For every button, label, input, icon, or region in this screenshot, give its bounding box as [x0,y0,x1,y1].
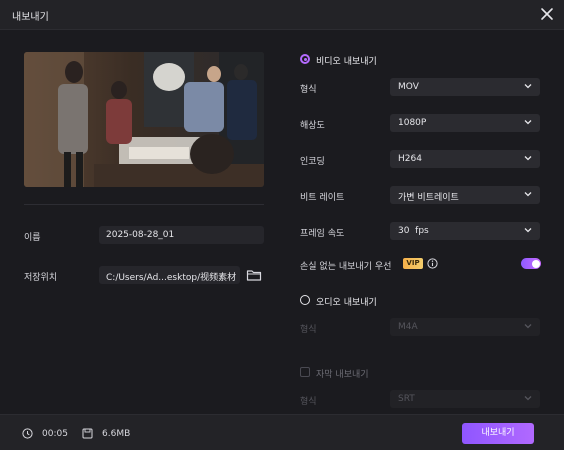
info-icon[interactable] [427,258,438,269]
duration-text: 00:05 [42,429,68,439]
audio-format-label: 형식 [300,325,317,335]
audio-format-value: M4A [398,322,418,332]
save-path-field[interactable]: C:/Users/Ad...esktop/视频素材 [99,266,240,284]
bitrate-value: 가변 비트레이트 [398,193,459,203]
frame-rate-value: 30 fps [398,226,429,236]
video-thumbnail-image [24,52,264,187]
subtitle-export-checkbox[interactable] [300,367,310,377]
video-export-radio[interactable] [300,54,310,64]
save-location-label: 저장위치 [24,273,58,283]
footer-bar: 00:05 6.6MB 내보내기 [0,414,564,450]
resolution-value: 1080P [398,118,427,128]
subtitle-format-select: SRT [390,390,540,408]
audio-export-radio[interactable] [300,295,310,305]
video-format-value: MOV [398,82,419,92]
export-button[interactable]: 내보내기 [462,423,534,444]
resolution-label: 해상도 [300,121,325,131]
video-preview [24,52,264,187]
audio-format-select: M4A [390,318,540,336]
subtitle-export-label: 자막 내보내기 [316,370,369,380]
video-format-select[interactable]: MOV [390,78,540,96]
chevron-down-icon [524,156,532,161]
encoding-value: H264 [398,154,422,164]
title-bar: 내보내기 [0,0,564,30]
clock-icon [22,428,33,439]
bitrate-label: 비트 레이트 [300,193,345,203]
close-icon[interactable] [538,5,556,23]
frame-rate-label: 프레임 속도 [300,229,345,239]
vip-badge: VIP [403,258,423,269]
lossless-export-label: 손실 없는 내보내기 우선 [300,262,392,272]
lossless-toggle[interactable] [521,258,541,269]
file-size-text: 6.6MB [102,429,131,439]
window-title: 내보내기 [12,12,49,23]
chevron-down-icon [524,192,532,197]
resolution-select[interactable]: 1080P [390,114,540,132]
toggle-knob [531,259,540,268]
subtitle-format-label: 형식 [300,397,317,407]
chevron-down-icon [524,396,532,401]
encoding-select[interactable]: H264 [390,150,540,168]
bitrate-select[interactable]: 가변 비트레이트 [390,186,540,204]
folder-icon[interactable] [246,268,262,282]
subtitle-format-value: SRT [398,394,415,404]
chevron-down-icon [524,120,532,125]
file-name-input[interactable]: 2025-08-28_01 [99,226,264,244]
chevron-down-icon [524,84,532,89]
frame-rate-select[interactable]: 30 fps [390,222,540,240]
video-format-label: 형식 [300,85,317,95]
save-disk-icon [82,428,93,439]
audio-export-label: 오디오 내보내기 [316,298,377,308]
chevron-down-icon [524,228,532,233]
preview-divider [24,204,264,205]
name-label: 이름 [24,233,41,243]
video-export-label: 비디오 내보내기 [316,57,377,67]
encoding-label: 인코딩 [300,157,325,167]
chevron-down-icon [524,324,532,329]
